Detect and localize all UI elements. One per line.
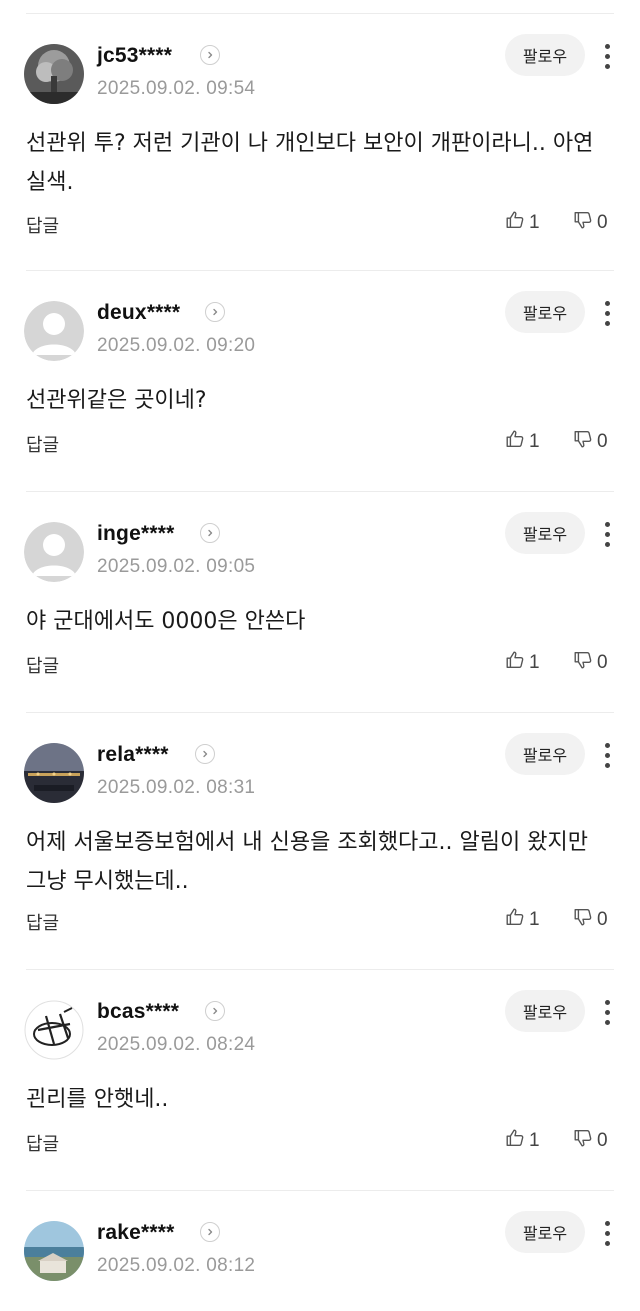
chevron-right-icon[interactable] xyxy=(200,1222,220,1242)
avatar[interactable] xyxy=(24,522,84,582)
like-button[interactable]: 1 xyxy=(504,649,540,677)
comment-text: 야 군대에서도 0000은 안쓴다 xyxy=(26,609,306,634)
avatar[interactable] xyxy=(24,1000,84,1060)
like-button[interactable]: 1 xyxy=(504,906,540,934)
dislike-button[interactable]: 0 xyxy=(572,209,608,237)
follow-button[interactable]: 팔로우 xyxy=(505,291,585,333)
more-options-icon[interactable] xyxy=(597,38,617,74)
comment-list: jc53**** 2025.09.02. 09:54 팔로우 선관위 투? 저런 기관… xyxy=(0,14,640,1311)
chevron-right-icon[interactable] xyxy=(195,744,215,764)
comment-item: rake**** 2025.09.02. 08:12 팔로우 xyxy=(0,1191,640,1311)
reply-button[interactable]: 답글 xyxy=(26,212,59,238)
dislike-button[interactable]: 0 xyxy=(572,428,608,456)
thumbs-up-icon xyxy=(504,1127,526,1155)
follow-button[interactable]: 팔로우 xyxy=(505,34,585,76)
dislike-count: 0 xyxy=(597,909,608,930)
thumbs-down-icon xyxy=(572,906,594,934)
timestamp: 2025.09.02. 09:05 xyxy=(97,556,256,577)
more-options-icon[interactable] xyxy=(597,737,617,773)
avatar[interactable] xyxy=(24,743,84,803)
timestamp: 2025.09.02. 09:54 xyxy=(97,78,256,99)
timestamp: 2025.09.02. 08:12 xyxy=(97,1255,256,1276)
dislike-button[interactable]: 0 xyxy=(572,649,608,677)
more-options-icon[interactable] xyxy=(597,1215,617,1251)
like-button[interactable]: 1 xyxy=(504,428,540,456)
chevron-right-icon[interactable] xyxy=(205,1001,225,1021)
dislike-count: 0 xyxy=(597,431,608,452)
comment-text: 어제 서울보증보험에서 내 신용을 조회했다고.. 알림이 왔지만 그냥 무시했… xyxy=(26,830,588,894)
chevron-right-icon[interactable] xyxy=(200,45,220,65)
comment-item: bcas**** 2025.09.02. 08:24 팔로우괸리를 안햇네.. 답글 1… xyxy=(0,970,640,1191)
comment-item: rela**** 2025.09.02. 08:31 팔로우어제 서울보증보험에서 … xyxy=(0,713,640,970)
reply-button[interactable]: 답글 xyxy=(26,1130,59,1156)
username[interactable]: inge**** xyxy=(97,522,174,546)
comment-list-page: jc53**** 2025.09.02. 09:54 팔로우 선관위 투? 저런 기관… xyxy=(0,0,640,1281)
like-count: 1 xyxy=(529,1130,540,1151)
thumbs-up-icon xyxy=(504,649,526,677)
comment-text: 선관위 투? 저런 기관이 나 개인보다 보안이 개판이라니.. 아연실색. xyxy=(26,131,594,195)
username[interactable]: jc53**** xyxy=(97,44,172,68)
username[interactable]: bcas**** xyxy=(97,1000,179,1024)
comment-item: deux**** 2025.09.02. 09:20 팔로우선관위같은 곳이네? 답글… xyxy=(0,271,640,492)
reply-button[interactable]: 답글 xyxy=(26,909,59,935)
timestamp: 2025.09.02. 08:24 xyxy=(97,1034,256,1055)
like-count: 1 xyxy=(529,652,540,673)
dislike-button[interactable]: 0 xyxy=(572,906,608,934)
follow-button[interactable]: 팔로우 xyxy=(505,733,585,775)
comment-text: 괸리를 안햇네.. xyxy=(26,1087,169,1112)
chevron-right-icon[interactable] xyxy=(200,523,220,543)
thumbs-down-icon xyxy=(572,209,594,237)
thumbs-up-icon xyxy=(504,428,526,456)
thumbs-down-icon xyxy=(572,1127,594,1155)
dislike-count: 0 xyxy=(597,652,608,673)
reply-button[interactable]: 답글 xyxy=(26,652,59,678)
reply-button[interactable]: 답글 xyxy=(26,431,59,457)
like-count: 1 xyxy=(529,431,540,452)
dislike-count: 0 xyxy=(597,1130,608,1151)
chevron-right-icon[interactable] xyxy=(205,302,225,322)
dislike-count: 0 xyxy=(597,212,608,233)
username[interactable]: deux**** xyxy=(97,301,180,325)
thumbs-up-icon xyxy=(504,906,526,934)
more-options-icon[interactable] xyxy=(597,295,617,331)
like-count: 1 xyxy=(529,212,540,233)
comment-text: 선관위같은 곳이네? xyxy=(26,388,207,413)
thumbs-up-icon xyxy=(504,209,526,237)
like-count: 1 xyxy=(529,909,540,930)
avatar[interactable] xyxy=(24,1221,84,1281)
more-options-icon[interactable] xyxy=(597,516,617,552)
thumbs-down-icon xyxy=(572,428,594,456)
username[interactable]: rake**** xyxy=(97,1221,175,1245)
like-button[interactable]: 1 xyxy=(504,209,540,237)
comment-item: jc53**** 2025.09.02. 09:54 팔로우선관위 투? 저런 기관… xyxy=(0,14,640,271)
thumbs-down-icon xyxy=(572,649,594,677)
username[interactable]: rela**** xyxy=(97,743,169,767)
avatar[interactable] xyxy=(24,301,84,361)
more-options-icon[interactable] xyxy=(597,994,617,1030)
follow-button[interactable]: 팔로우 xyxy=(505,1211,585,1253)
like-button[interactable]: 1 xyxy=(504,1127,540,1155)
follow-button[interactable]: 팔로우 xyxy=(505,990,585,1032)
timestamp: 2025.09.02. 09:20 xyxy=(97,335,256,356)
dislike-button[interactable]: 0 xyxy=(572,1127,608,1155)
avatar[interactable] xyxy=(24,44,84,104)
comment-item: inge**** 2025.09.02. 09:05 팔로우야 군대에서도 0000… xyxy=(0,492,640,713)
timestamp: 2025.09.02. 08:31 xyxy=(97,777,256,798)
follow-button[interactable]: 팔로우 xyxy=(505,512,585,554)
